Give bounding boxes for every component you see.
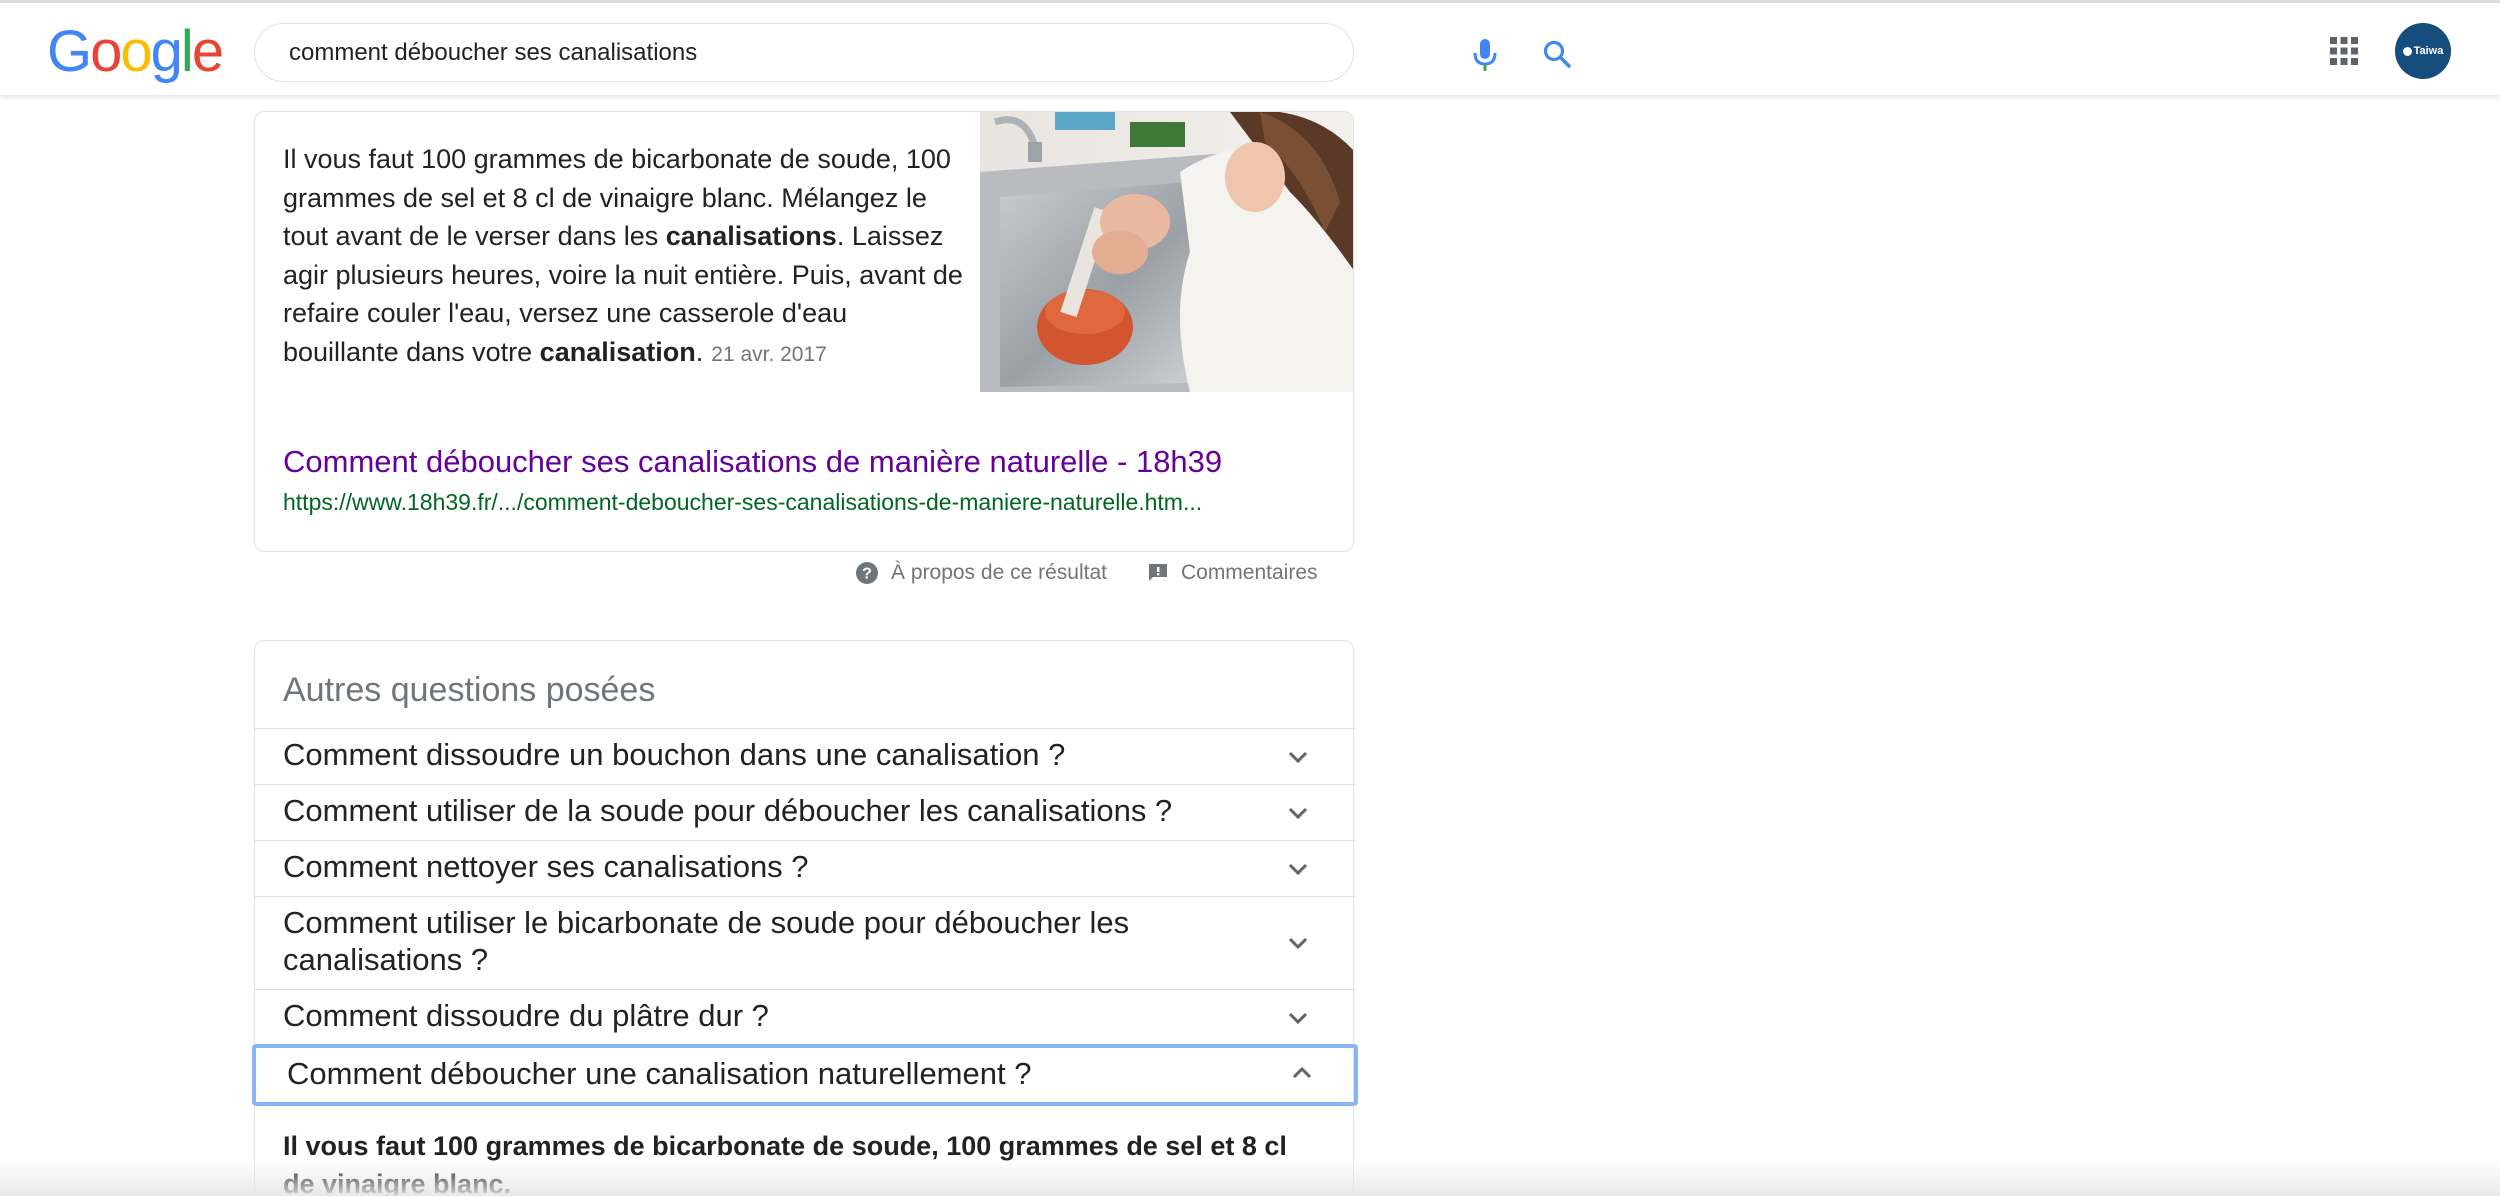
snippet-date: 21 avr. 2017 xyxy=(711,342,827,366)
feedback-label: Commentaires xyxy=(1180,561,1318,584)
paa-question-text: Comment utiliser de la soude pour débouc… xyxy=(283,793,1173,828)
paa-heading: Autres questions posées xyxy=(283,671,656,709)
logo-letter: l xyxy=(180,19,194,84)
paa-question[interactable]: Comment dissoudre du plâtre dur ? xyxy=(255,989,1355,1045)
plunger-sink-photo xyxy=(980,112,1353,392)
help-circle-icon: ? xyxy=(856,562,878,584)
about-result-label: À propos de ce résultat xyxy=(891,561,1107,584)
search-icon[interactable] xyxy=(1542,39,1572,69)
chevron-up-icon xyxy=(1292,1066,1312,1079)
snippet-text-part: . xyxy=(695,336,704,367)
paa-question-text: Comment dissoudre du plâtre dur ? xyxy=(283,998,769,1033)
chevron-down-icon xyxy=(1288,751,1308,764)
paa-question-text: Comment utiliser le bicarbonate de soude… xyxy=(283,905,1130,977)
snippet-result-link[interactable]: Comment déboucher ses canalisations de m… xyxy=(283,444,1222,480)
avatar-label: Taiwa xyxy=(2413,45,2444,57)
paa-question-text: Comment nettoyer ses canalisations ? xyxy=(283,849,809,884)
paa-question[interactable]: Comment utiliser le bicarbonate de soude… xyxy=(255,896,1355,989)
logo-letter: o xyxy=(120,19,152,84)
avatar-logo-icon xyxy=(2402,46,2412,56)
logo-letter: o xyxy=(90,19,122,84)
apps-grid-icon[interactable] xyxy=(2329,36,2359,66)
chevron-down-icon xyxy=(1288,863,1308,876)
chevron-down-icon xyxy=(1288,807,1308,820)
snippet-bold-term: canalisation xyxy=(539,336,696,367)
featured-snippet: Il vous faut 100 grammes de bicarbonate … xyxy=(254,111,1354,552)
logo-letter: g xyxy=(150,19,183,84)
paa-question-text: Comment dissoudre un bouchon dans une ca… xyxy=(283,737,1066,772)
logo-letter: G xyxy=(47,19,92,84)
people-also-ask: Autres questions posées Comment dissoudr… xyxy=(252,640,1358,1196)
paa-question[interactable]: Comment nettoyer ses canalisations ? xyxy=(255,840,1355,896)
paa-question[interactable]: Comment utiliser de la soude pour débouc… xyxy=(255,784,1355,840)
snippet-footer: ? À propos de ce résultat Commentaires xyxy=(855,556,1318,590)
chevron-down-icon xyxy=(1288,1012,1308,1025)
logo-letter: e xyxy=(191,19,224,84)
snippet-text: Il vous faut 100 grammes de bicarbonate … xyxy=(283,140,963,374)
about-result-button[interactable]: ? À propos de ce résultat xyxy=(855,561,1107,585)
paa-question[interactable]: Comment dissoudre un bouchon dans une ca… xyxy=(255,728,1355,784)
svg-text:?: ? xyxy=(862,566,872,583)
snippet-image[interactable] xyxy=(980,112,1353,392)
feedback-button[interactable]: Commentaires xyxy=(1147,561,1318,585)
microphone-icon[interactable] xyxy=(1470,38,1500,72)
google-logo[interactable]: Google xyxy=(47,19,224,84)
bottom-shadow xyxy=(0,1160,2500,1196)
snippet-bold-term: canalisations xyxy=(665,221,837,251)
feedback-icon xyxy=(1148,564,1167,581)
search-input[interactable] xyxy=(289,24,1189,81)
chevron-down-icon xyxy=(1288,937,1308,950)
account-avatar[interactable]: Taiwa xyxy=(2395,23,2451,79)
paa-question-text: Comment déboucher une canalisation natur… xyxy=(287,1056,1032,1091)
top-bar: Google Taiwa xyxy=(0,0,2500,95)
paa-question-expanded[interactable]: Comment déboucher une canalisation natur… xyxy=(252,1044,1358,1106)
snippet-result-url: https://www.18h39.fr/.../comment-debouch… xyxy=(283,489,1203,515)
search-box xyxy=(254,23,1571,82)
